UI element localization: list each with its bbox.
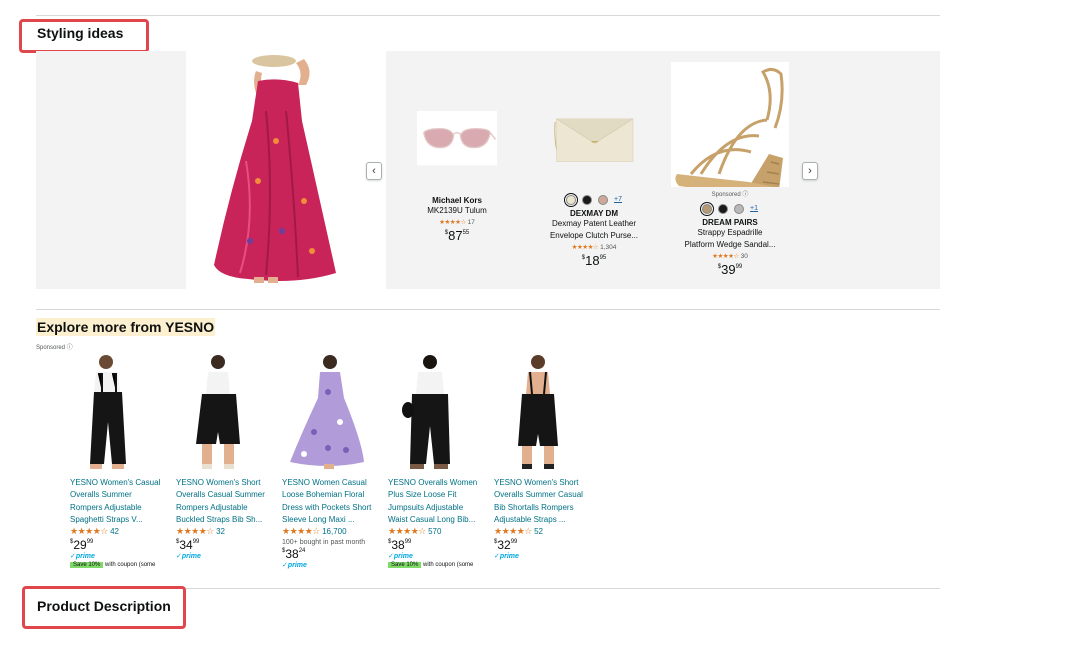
card-name: MK2139U Tulum <box>427 206 487 215</box>
product-rating[interactable]: ★★★★☆ 570 <box>388 526 488 537</box>
card-rating[interactable]: ★★★★☆ 1,304 <box>530 243 658 251</box>
product-title[interactable]: YESNO Women Casual Loose Bohemian Floral … <box>282 477 382 526</box>
product-title[interactable]: YESNO Overalls Women Plus Size Loose Fit … <box>388 477 488 526</box>
card-price: $3999 <box>717 262 743 277</box>
rating-count: 42 <box>110 527 119 537</box>
explore-more-title: Explore more from YESNO <box>36 318 216 336</box>
product-card[interactable]: YESNO Women's Short Overalls Summer Casua… <box>494 352 594 560</box>
product-price: $3899 <box>388 538 412 553</box>
rating-count: 32 <box>216 527 225 537</box>
sponsored-label: Sponsored ⓘ <box>36 345 73 351</box>
product-card[interactable]: YESNO Women Casual Loose Bohemian Floral … <box>282 352 382 569</box>
product-card[interactable]: YESNO Overalls Women Plus Size Loose Fit … <box>388 352 488 569</box>
prime-badge-icon: ✓prime <box>494 553 519 561</box>
styling-card-sunglasses[interactable]: Michael Kors MK2139U Tulum ★★★★☆ 17 $875… <box>393 51 521 243</box>
product-card[interactable]: YESNO Women's Casual Overalls Summer Romp… <box>70 352 170 569</box>
rating-count: 52 <box>534 527 543 537</box>
rating-count: 1,304 <box>600 244 617 251</box>
swatch-cream[interactable] <box>564 192 578 207</box>
product-price: $2999 <box>70 538 94 553</box>
product-image-plus-overalls[interactable] <box>390 352 470 476</box>
product-title[interactable]: YESNO Women's Short Overalls Casual Summe… <box>176 477 276 526</box>
sunglasses-image <box>417 111 497 166</box>
star-rating-icon: ★★★★☆ <box>176 526 214 537</box>
product-rating[interactable]: ★★★★☆ 42 <box>70 526 170 537</box>
star-rating-icon: ★★★★☆ <box>388 526 426 537</box>
card-brand: DREAM PAIRS <box>702 218 758 227</box>
swatch-gold[interactable] <box>700 201 714 216</box>
card-price: $1895 <box>581 253 607 268</box>
rating-count: 17 <box>467 219 475 226</box>
product-image-overalls[interactable] <box>72 352 152 476</box>
card-rating[interactable]: ★★★★☆ 17 <box>393 218 521 226</box>
prime-badge-icon: ✓prime <box>388 553 413 561</box>
styling-ideas-carousel: ‹ Michael Kors MK2139U Tulum ★★★★☆ 17 $8… <box>36 51 940 289</box>
product-title[interactable]: YESNO Women's Casual Overalls Summer Romp… <box>70 477 170 526</box>
card-name-line2: Envelope Clutch Purse... <box>549 231 639 240</box>
star-rating-icon: ★★★★☆ <box>494 526 532 537</box>
star-rating-icon: ★★★★☆ <box>712 253 739 260</box>
swatch-black[interactable] <box>582 194 592 205</box>
card-name-line2: Platform Wedge Sandal... <box>684 240 776 249</box>
wedge-sandal-image <box>671 62 789 187</box>
star-rating-icon: ★★★★☆ <box>70 526 108 537</box>
product-price: $3299 <box>494 538 518 553</box>
sponsored-label: Sponsored ⓘ <box>711 192 749 198</box>
carousel-prev-button[interactable]: ‹ <box>366 162 382 180</box>
chevron-left-icon: ‹ <box>372 165 376 177</box>
styling-ideas-title: Styling ideas <box>37 25 124 41</box>
rating-count: 16,700 <box>322 527 347 537</box>
swatch-rose[interactable] <box>598 194 608 205</box>
coupon-badge[interactable]: Save 10% with coupon (some <box>70 562 170 569</box>
product-description-title: Product Description <box>37 598 171 614</box>
product-rating[interactable]: ★★★★☆ 16,700 <box>282 526 382 537</box>
prime-badge-icon: ✓prime <box>70 553 95 561</box>
card-rating[interactable]: ★★★★☆ 30 <box>666 252 794 260</box>
styling-card-clutch[interactable]: +7 DEXMAY DM Dexmay Patent Leather Envel… <box>530 51 658 268</box>
bought-count: 100+ bought in past month <box>282 539 366 547</box>
divider <box>36 309 940 310</box>
product-image-short-overalls[interactable] <box>178 352 258 476</box>
card-name-line1: Dexmay Patent Leather <box>551 219 637 228</box>
divider <box>36 15 940 16</box>
more-colors-link[interactable]: +1 <box>750 205 758 212</box>
color-swatches: +1 <box>666 201 794 216</box>
product-rating[interactable]: ★★★★☆ 32 <box>176 526 276 537</box>
prime-badge-icon: ✓prime <box>176 553 201 561</box>
star-rating-icon: ★★★★☆ <box>439 219 466 226</box>
swatch-black[interactable] <box>718 203 728 214</box>
product-image-shortalls[interactable] <box>496 352 576 476</box>
more-colors-link[interactable]: +7 <box>614 196 622 203</box>
product-title[interactable]: YESNO Women's Short Overalls Summer Casua… <box>494 477 594 526</box>
carousel-next-button[interactable]: › <box>802 162 818 180</box>
card-name-line1: Strappy Espadrille <box>697 228 763 237</box>
coupon-badge[interactable]: Save 10% with coupon (some <box>388 562 488 569</box>
card-brand: DEXMAY DM <box>569 209 618 218</box>
product-rating[interactable]: ★★★★☆ 52 <box>494 526 594 537</box>
swatch-silver[interactable] <box>734 203 744 214</box>
card-brand: Michael Kors <box>432 196 482 205</box>
color-swatches: +7 <box>530 192 658 207</box>
product-card[interactable]: YESNO Women's Short Overalls Casual Summe… <box>176 352 276 560</box>
star-rating-icon: ★★★★☆ <box>282 526 320 537</box>
product-price: $3499 <box>176 538 200 553</box>
chevron-right-icon: › <box>808 165 812 177</box>
product-image-floral-dress[interactable] <box>284 352 364 476</box>
dress-look-image[interactable] <box>186 51 386 289</box>
star-rating-icon: ★★★★☆ <box>571 244 599 251</box>
styling-card-sandal[interactable]: Sponsored ⓘ +1 DREAM PAIRS Strappy Espad… <box>666 51 794 277</box>
rating-count: 30 <box>740 253 748 260</box>
rating-count: 570 <box>428 527 442 537</box>
product-price: $3824 <box>282 547 306 562</box>
prime-badge-icon: ✓prime <box>282 562 307 570</box>
clutch-purse-image <box>549 99 639 168</box>
card-price: $8755 <box>444 228 470 243</box>
